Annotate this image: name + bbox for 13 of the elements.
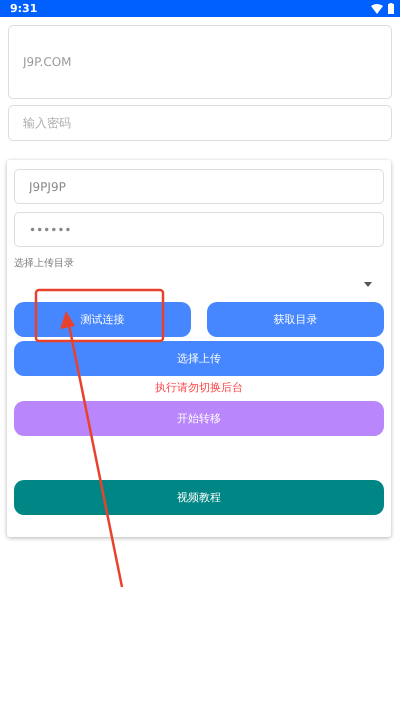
directory-label: 选择上传目录 — [14, 256, 75, 270]
action-button[interactable]: 测试连接 — [14, 302, 191, 337]
tutorial-button[interactable]: 视频教程 — [14, 480, 384, 515]
upload-button[interactable]: 选择上传 — [14, 341, 384, 376]
status-time: 9:31 — [10, 2, 38, 15]
battery-icon — [388, 3, 394, 14]
dropdown-caret-icon[interactable] — [364, 282, 372, 286]
wifi-icon — [371, 4, 383, 14]
transfer-button[interactable]: 开始转移 — [14, 401, 384, 436]
warning-text: 执行请勿切换后台 — [154, 380, 244, 395]
action-button[interactable]: 获取目录 — [207, 302, 384, 337]
password-field[interactable]: 输入密码 — [8, 105, 392, 141]
password-field[interactable]: •••••• — [14, 212, 384, 247]
